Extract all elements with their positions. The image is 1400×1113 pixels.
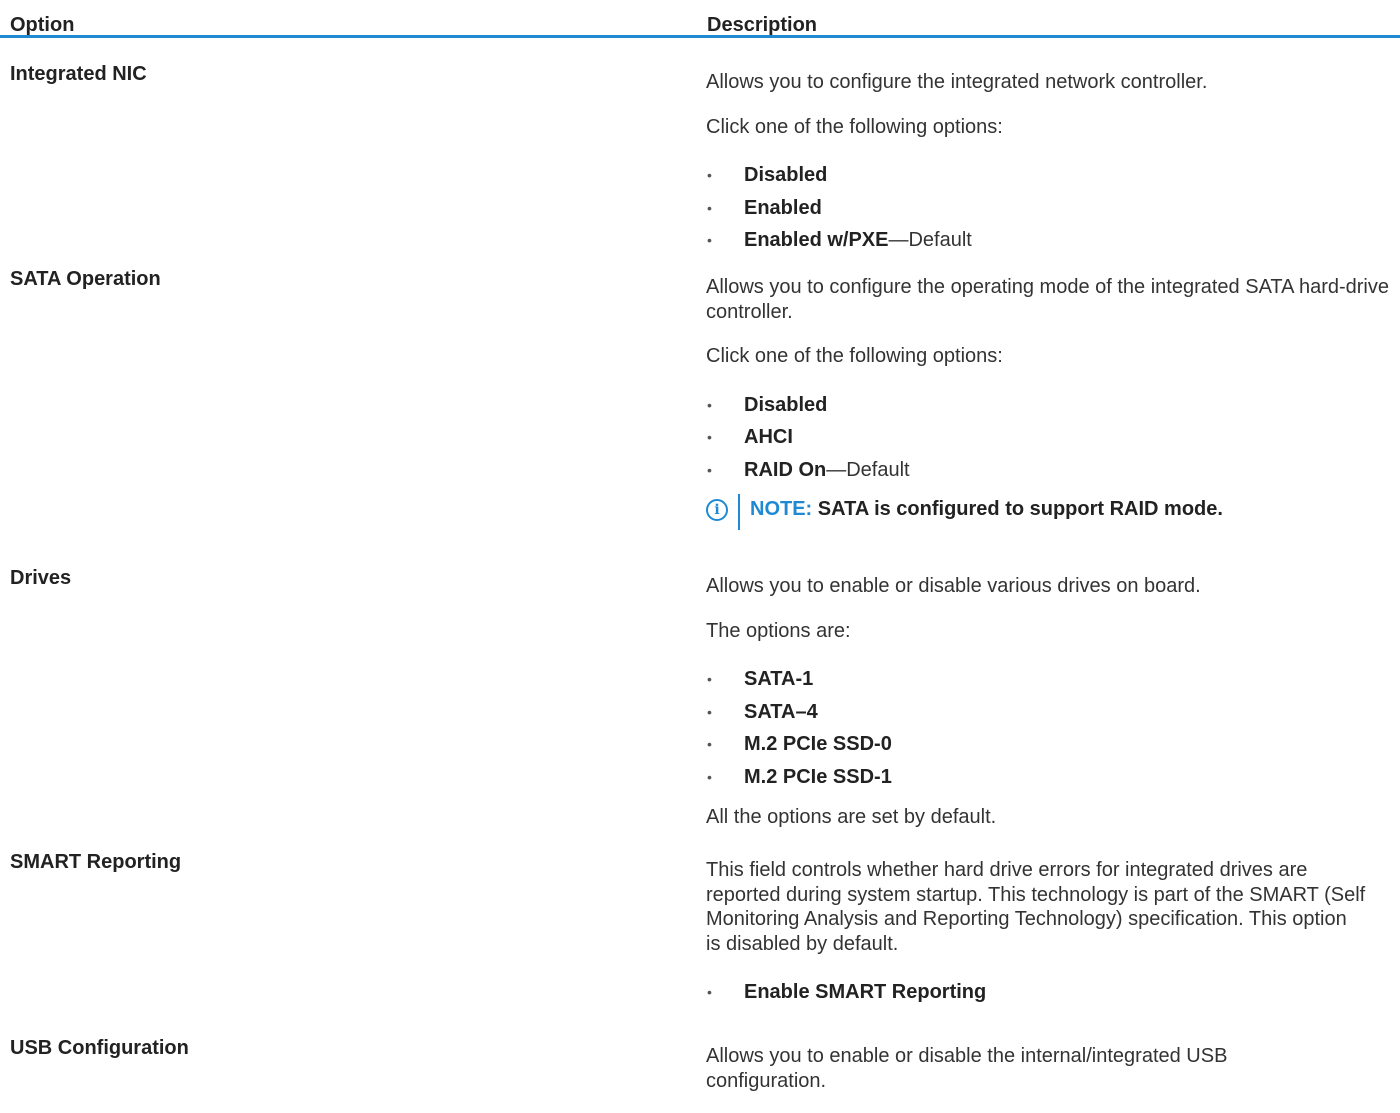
note-callout: i NOTE: SATA is configured to support RA… (706, 494, 1396, 530)
note-divider (738, 494, 740, 530)
column-header-description: Description (707, 14, 818, 36)
description-prompt: The options are: (706, 619, 851, 642)
option-name: Drives (10, 567, 72, 589)
option-description: Allows you to configure the operating mo… (706, 275, 1396, 530)
option-description: This field controls whether hard drive e… (706, 858, 1396, 1009)
option-name: SMART Reporting (10, 851, 182, 873)
bullet-icon: • (707, 167, 712, 183)
description-prompt: Click one of the following options: (706, 345, 1003, 367)
description-intro: Allows you to configure the operating mo… (706, 276, 1389, 323)
description-prompt: Click one of the following options: (706, 115, 1003, 138)
description-intro: Allows you to enable or disable the inte… (706, 1045, 1228, 1092)
bullet-icon: • (707, 461, 712, 478)
info-icon: i (706, 499, 728, 521)
option-list: • Disabled • Enabled • Enabled w/PXE—Defaul… (706, 159, 1396, 257)
list-item: • M.2 PCIe SSD-1 (706, 761, 1396, 794)
description-intro: This field controls whether hard drive e… (706, 859, 1366, 955)
bullet-icon: • (707, 736, 712, 752)
option-description: Allows you to configure the integrated n… (706, 70, 1396, 257)
bullet-icon: • (707, 396, 712, 413)
bullet-icon: • (707, 703, 712, 720)
option-list: • Enable SMART Reporting (706, 976, 1396, 1009)
list-item: • Disabled (706, 389, 1396, 422)
bullet-icon: • (707, 768, 712, 785)
table-header: Option Description (0, 0, 1400, 38)
option-description: Allows you to enable or disable the inte… (706, 1044, 1396, 1113)
list-item: • Enable SMART Reporting (706, 976, 1396, 1009)
description-intro: Allows you to configure the integrated n… (706, 71, 1208, 93)
list-item: • SATA-1 (706, 663, 1396, 696)
bullet-icon: • (707, 429, 712, 445)
bullet-icon: • (707, 232, 712, 248)
option-list: • Disabled • AHCI • RAID On—Default (706, 389, 1396, 487)
list-item: • RAID On—Default (706, 454, 1396, 487)
list-item: • Enabled w/PXE—Default (706, 224, 1396, 257)
option-name: SATA Operation (10, 268, 161, 290)
bullet-icon: • (707, 199, 712, 216)
bullet-icon: • (707, 984, 712, 1000)
list-item: • Disabled (706, 159, 1396, 192)
bullet-icon: • (707, 671, 712, 687)
option-name: USB Configuration (10, 1037, 189, 1059)
note-label: NOTE: (750, 498, 813, 520)
bios-options-table: Option Description Integrated NIC Allows… (0, 0, 1400, 1092)
note-text: SATA is configured to support RAID mode. (817, 498, 1223, 520)
option-description: Allows you to enable or disable various … (706, 574, 1396, 850)
column-header-option: Option (10, 14, 75, 36)
list-item: • Enabled (706, 192, 1396, 225)
option-list: • SATA-1 • SATA–4 • M.2 PCIe SSD-0 • M.2 PCI… (706, 663, 1396, 793)
description-intro: Allows you to enable or disable various … (706, 575, 1201, 597)
option-name: Integrated NIC (10, 63, 147, 85)
description-footer: All the options are set by default. (706, 806, 997, 828)
list-item: • M.2 PCIe SSD-0 (706, 728, 1396, 761)
list-item: • SATA–4 (706, 696, 1396, 729)
list-item: • AHCI (706, 421, 1396, 454)
